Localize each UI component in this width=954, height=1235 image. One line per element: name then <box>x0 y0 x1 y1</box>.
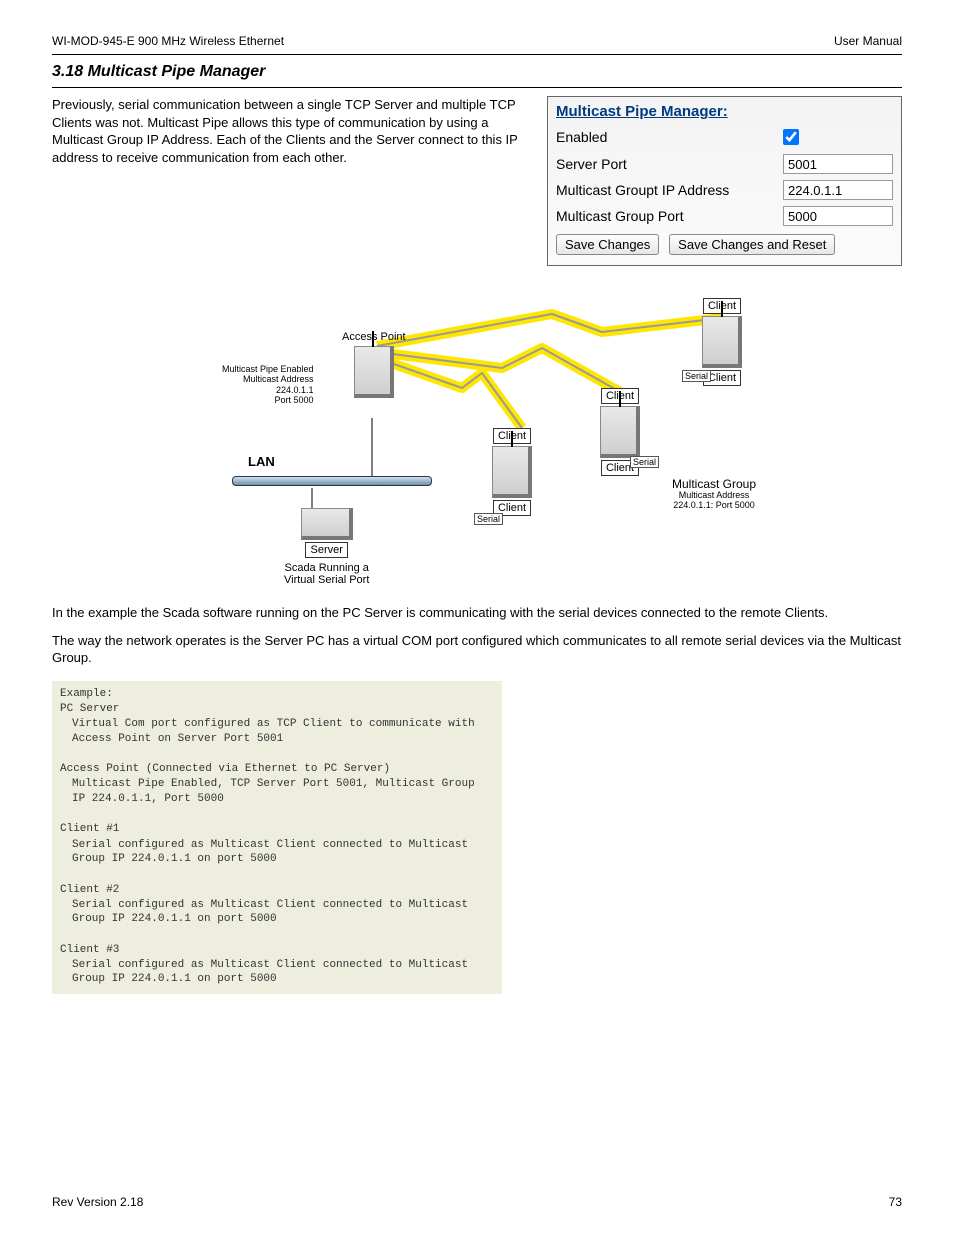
network-diagram: Access Point Multicast Pipe Enabled Mult… <box>182 278 822 598</box>
access-point-device: Access Point <box>342 332 406 398</box>
cfg-row-group-port: Multicast Group Port <box>556 206 893 226</box>
cfg-enabled-label: Enabled <box>556 129 779 145</box>
page-header: WI-MOD-945-E 900 MHz Wireless Ethernet U… <box>52 34 902 55</box>
ex-line: Serial configured as Multicast Client co… <box>60 898 494 927</box>
multicast-pipe-manager-panel: Multicast Pipe Manager: Enabled Server P… <box>547 96 902 266</box>
cfg-row-group-ip: Multicast Groupt IP Address <box>556 180 893 200</box>
cfg-row-server-port: Server Port <box>556 154 893 174</box>
server-caption: Scada Running a Virtual Serial Port <box>284 562 369 586</box>
cfg-server-port-input[interactable] <box>783 154 893 174</box>
footer-right: 73 <box>889 1195 902 1209</box>
cfg-group-ip-label: Multicast Groupt IP Address <box>556 182 783 198</box>
cfg-title: Multicast Pipe Manager: <box>556 103 893 120</box>
cfg-group-ip-input[interactable] <box>783 180 893 200</box>
cfg-server-port-label: Server Port <box>556 156 783 172</box>
lan-bar <box>232 476 432 486</box>
lan-label: LAN <box>248 454 275 469</box>
intro-paragraph: Previously, serial communication between… <box>52 96 531 166</box>
ex-line: Example: <box>60 687 494 701</box>
ex-line: Client #3 <box>60 943 494 957</box>
client-3-serial: Serial <box>682 370 711 382</box>
client-1-device: Client Client <box>492 428 532 516</box>
ex-line: PC Server <box>60 702 494 716</box>
example-block: Example: PC Server Virtual Com port conf… <box>52 681 502 994</box>
ex-line: Virtual Com port configured as TCP Clien… <box>60 717 494 746</box>
note-2: The way the network operates is the Serv… <box>52 632 902 667</box>
save-changes-button[interactable]: Save Changes <box>556 234 659 255</box>
client-2-serial: Serial <box>630 456 659 468</box>
header-left: WI-MOD-945-E 900 MHz Wireless Ethernet <box>52 34 284 48</box>
access-point-caption: Multicast Pipe Enabled Multicast Address… <box>222 364 314 405</box>
cfg-row-enabled: Enabled <box>556 126 893 148</box>
server-device: Server Scada Running a Virtual Serial Po… <box>284 508 369 586</box>
cfg-enabled-checkbox[interactable] <box>783 129 799 145</box>
ex-line: Access Point (Connected via Ethernet to … <box>60 762 494 776</box>
footer-left: Rev Version 2.18 <box>52 1195 143 1209</box>
client-1-serial: Serial <box>474 513 503 525</box>
save-changes-reset-button[interactable]: Save Changes and Reset <box>669 234 835 255</box>
server-label: Server <box>305 542 347 558</box>
multicast-group-caption: Multicast Group Multicast Address 224.0.… <box>672 478 756 511</box>
ex-line: Serial configured as Multicast Client co… <box>60 838 494 867</box>
ex-line: Multicast Pipe Enabled, TCP Server Port … <box>60 777 494 806</box>
cfg-group-port-label: Multicast Group Port <box>556 208 783 224</box>
section-title: 3.18 Multicast Pipe Manager <box>52 63 902 88</box>
ex-line: Client #2 <box>60 883 494 897</box>
note-1: In the example the Scada software runnin… <box>52 604 902 622</box>
ex-line: Client #1 <box>60 822 494 836</box>
ex-line: Serial configured as Multicast Client co… <box>60 958 494 987</box>
cfg-group-port-input[interactable] <box>783 206 893 226</box>
header-right: User Manual <box>834 34 902 48</box>
page-footer: Rev Version 2.18 73 <box>52 1195 902 1209</box>
